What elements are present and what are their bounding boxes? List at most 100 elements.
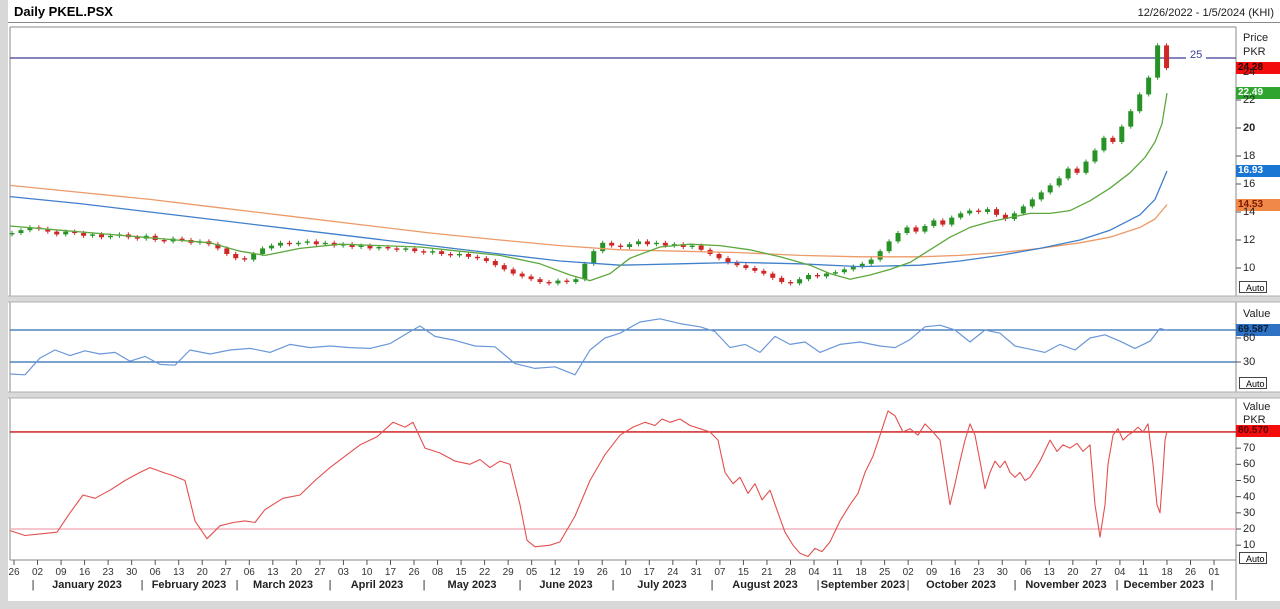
- x-axis-day-label: 24: [667, 567, 678, 578]
- x-axis-month-label: October 2023: [926, 579, 996, 591]
- stoch-axis-tick: 40: [1243, 491, 1255, 503]
- x-axis-day-label: 18: [1161, 567, 1172, 578]
- x-axis-month-label: November 2023: [1025, 579, 1106, 591]
- x-axis-day-label: 06: [1020, 567, 1031, 578]
- x-axis-day-label: 09: [926, 567, 937, 578]
- x-axis-day-label: 09: [55, 567, 66, 578]
- x-axis-day-label: 20: [197, 567, 208, 578]
- x-axis-day-label: 28: [785, 567, 796, 578]
- x-axis-month-separator: |: [612, 579, 615, 591]
- price-axis-tick: 18: [1243, 150, 1255, 162]
- x-axis-month-separator: |: [907, 579, 910, 591]
- price-hline-label: 25: [1186, 49, 1206, 61]
- x-axis-day-label: 15: [456, 567, 467, 578]
- x-axis-day-label: 31: [691, 567, 702, 578]
- chart-canvas: [0, 0, 1280, 609]
- x-axis-day-label: 10: [620, 567, 631, 578]
- x-axis-month-separator: |: [32, 579, 35, 591]
- x-axis-day-label: 07: [714, 567, 725, 578]
- rsi-axis-title: Value: [1243, 308, 1270, 320]
- x-axis-day-label: 22: [479, 567, 490, 578]
- rsi-axis-tick: 60: [1243, 332, 1255, 344]
- x-axis-day-label: 30: [997, 567, 1008, 578]
- x-axis-day-label: 17: [385, 567, 396, 578]
- x-axis-day-label: 26: [1185, 567, 1196, 578]
- x-axis-day-label: 26: [408, 567, 419, 578]
- price-axis-tick: 22: [1243, 94, 1255, 106]
- price-axis-tick: 16: [1243, 178, 1255, 190]
- x-axis-month-separator: |: [141, 579, 144, 591]
- x-axis-month-separator: |: [1116, 579, 1119, 591]
- x-axis-day-label: 25: [879, 567, 890, 578]
- x-axis-day-label: 27: [220, 567, 231, 578]
- stoch-auto-button[interactable]: Auto: [1239, 552, 1267, 564]
- price-axis-unit: PKR: [1243, 46, 1266, 58]
- x-axis-month-label: April 2023: [351, 579, 404, 591]
- x-axis-day-label: 15: [738, 567, 749, 578]
- x-axis-month-label: December 2023: [1124, 579, 1205, 591]
- stoch-axis-tick: 70: [1243, 442, 1255, 454]
- x-axis-day-label: 03: [338, 567, 349, 578]
- x-axis-month-label: August 2023: [732, 579, 797, 591]
- stoch-axis-tick: 10: [1243, 539, 1255, 551]
- x-axis-day-label: 27: [1091, 567, 1102, 578]
- x-axis-day-label: 23: [103, 567, 114, 578]
- price-plot-area[interactable]: [10, 27, 1236, 296]
- x-axis-day-label: 06: [244, 567, 255, 578]
- x-axis-day-label: 27: [314, 567, 325, 578]
- x-axis-month-label: February 2023: [152, 579, 227, 591]
- x-axis-day-label: 02: [32, 567, 43, 578]
- price-auto-button[interactable]: Auto: [1239, 281, 1267, 293]
- price-axis-title: Price: [1243, 32, 1268, 44]
- x-axis-month-separator: |: [711, 579, 714, 591]
- x-axis-month-separator: |: [236, 579, 239, 591]
- x-axis-day-label: 23: [973, 567, 984, 578]
- x-axis-day-label: 12: [550, 567, 561, 578]
- stoch-plot-area[interactable]: [10, 399, 1236, 560]
- x-axis-day-label: 04: [808, 567, 819, 578]
- x-axis-month-separator: |: [817, 579, 820, 591]
- x-axis-month-label: July 2023: [637, 579, 687, 591]
- x-axis-day-label: 19: [573, 567, 584, 578]
- x-axis-month-separator: |: [1211, 579, 1214, 591]
- x-axis-day-label: 10: [361, 567, 372, 578]
- x-axis-month-label: June 2023: [539, 579, 592, 591]
- stoch-axis-tick: 20: [1243, 523, 1255, 535]
- x-axis-day-label: 16: [950, 567, 961, 578]
- x-axis-month-separator: |: [329, 579, 332, 591]
- price-axis-tick: 14: [1243, 206, 1255, 218]
- x-axis-month-separator: |: [423, 579, 426, 591]
- chart-window: Daily PKEL.PSX 12/26/2022 - 1/5/2024 (KH…: [0, 0, 1280, 609]
- price-axis-tick: 10: [1243, 262, 1255, 274]
- x-axis-day-label: 20: [1067, 567, 1078, 578]
- x-axis-month-separator: |: [519, 579, 522, 591]
- x-axis-day-label: 21: [761, 567, 772, 578]
- x-axis-day-label: 13: [173, 567, 184, 578]
- rsi-auto-button[interactable]: Auto: [1239, 377, 1267, 389]
- x-axis-day-label: 11: [1138, 567, 1148, 578]
- x-axis-day-label: 11: [832, 567, 842, 578]
- x-axis-day-label: 17: [644, 567, 655, 578]
- x-axis-day-label: 04: [1114, 567, 1125, 578]
- x-axis-month-separator: |: [1014, 579, 1017, 591]
- price-axis-tick: 12: [1243, 234, 1255, 246]
- x-axis-day-label: 08: [432, 567, 443, 578]
- x-axis-day-label: 16: [79, 567, 90, 578]
- x-axis-day-label: 18: [856, 567, 867, 578]
- x-axis-month-label: January 2023: [52, 579, 122, 591]
- x-axis-day-label: 29: [503, 567, 514, 578]
- x-axis-month-label: May 2023: [448, 579, 497, 591]
- x-axis-day-label: 13: [1044, 567, 1055, 578]
- x-axis-day-label: 20: [291, 567, 302, 578]
- x-axis-day-label: 26: [597, 567, 608, 578]
- x-axis-day-label: 02: [903, 567, 914, 578]
- x-axis-day-label: 06: [150, 567, 161, 578]
- rsi-axis-tick: 30: [1243, 356, 1255, 368]
- stoch-axis-tick: 30: [1243, 507, 1255, 519]
- x-axis-day-label: 13: [267, 567, 278, 578]
- x-axis-day-label: 30: [126, 567, 137, 578]
- stoch-value-badge: 80.570: [1236, 425, 1280, 437]
- stoch-axis-tick: 60: [1243, 458, 1255, 470]
- x-axis-month-label: March 2023: [253, 579, 313, 591]
- rsi-plot-area[interactable]: [10, 303, 1236, 392]
